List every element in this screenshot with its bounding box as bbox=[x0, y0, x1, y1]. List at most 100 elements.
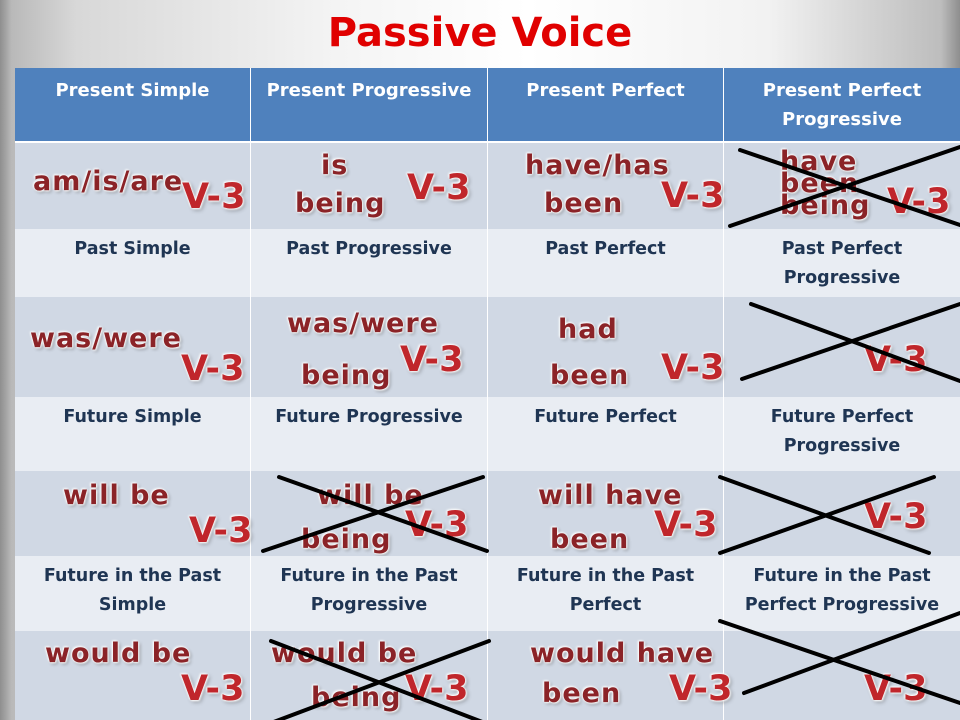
v3-label: V-3 bbox=[189, 511, 253, 551]
form-cell-future-perfect-progressive-empty: V-3 bbox=[724, 297, 960, 397]
v3-label: V-3 bbox=[887, 182, 951, 222]
passive-voice-table: Present Simple Present Progressive Prese… bbox=[15, 68, 960, 720]
tense-name-line2: Simple bbox=[98, 595, 167, 615]
label-future-simple: Future Simple bbox=[15, 397, 251, 471]
form-cell-past-progressive: was/were being V-3 bbox=[251, 297, 488, 397]
v3-label: V-3 bbox=[405, 505, 469, 545]
tense-name-line2: Progressive bbox=[783, 436, 901, 456]
aux-verb-2: been bbox=[550, 524, 630, 555]
tense-name-line2: Progressive bbox=[310, 595, 428, 615]
tense-name: Future in the Past bbox=[280, 566, 458, 586]
v3-label: V-3 bbox=[864, 497, 928, 537]
label-future-in-the-past-simple: Future in the Past Simple bbox=[15, 556, 251, 631]
form-cell-past-perfect: had been V-3 bbox=[488, 297, 724, 397]
form-cell-future-simple: will be V-3 bbox=[15, 471, 253, 556]
form-row-past: was/were V-3 was/were being V-3 had been… bbox=[15, 297, 960, 398]
v3-label: V-3 bbox=[654, 505, 718, 545]
v3-label: V-3 bbox=[669, 669, 733, 709]
form-cell-past-simple: was/were V-3 bbox=[15, 297, 251, 397]
tense-name-line2: Progressive bbox=[783, 268, 901, 288]
tense-name: Future Progressive bbox=[275, 407, 463, 427]
label-row-future-in-past: Future in the Past Simple Future in the … bbox=[15, 556, 960, 631]
header-label: Present Simple bbox=[55, 80, 210, 101]
form-row-future: will be V-3 will be being V-3 will have … bbox=[15, 471, 960, 557]
form-cell-future-in-past-simple: would be V-3 bbox=[15, 631, 251, 720]
aux-verb: is bbox=[321, 150, 349, 181]
form-cell-empty: V-3 bbox=[718, 471, 960, 556]
aux-verb-3: being bbox=[780, 190, 871, 221]
header-present-simple: Present Simple bbox=[15, 68, 251, 141]
header-label: Present Perfect bbox=[762, 80, 922, 101]
tense-name: Past Perfect bbox=[545, 239, 666, 259]
form-cell-present-simple: am/is/are V-3 bbox=[15, 143, 251, 229]
tense-name: Future in the Past bbox=[43, 566, 222, 586]
aux-verb: am/is/are bbox=[33, 166, 184, 197]
header-present-perfect: Present Perfect bbox=[488, 68, 724, 141]
tense-name: Past Perfect bbox=[781, 239, 903, 259]
header-present-progressive: Present Progressive bbox=[251, 68, 488, 141]
aux-verb-2: been bbox=[542, 678, 622, 709]
page-title: Passive Voice bbox=[327, 10, 633, 56]
label-row-future: Future Simple Future Progressive Future … bbox=[15, 397, 960, 471]
v3-label: V-3 bbox=[407, 168, 471, 208]
label-future-perfect-progressive: Future Perfect Progressive bbox=[724, 397, 960, 471]
v3-label: V-3 bbox=[864, 669, 928, 709]
tense-name: Future Perfect bbox=[770, 407, 914, 427]
aux-verb-2: being bbox=[295, 188, 386, 219]
v3-label: V-3 bbox=[400, 340, 464, 380]
form-cell-empty: V-3 bbox=[718, 611, 960, 720]
form-cell-present-perfect: have/has been V-3 bbox=[488, 143, 724, 229]
label-past-perfect: Past Perfect bbox=[488, 229, 724, 297]
label-future-perfect: Future Perfect bbox=[488, 397, 724, 471]
tense-name: Past Simple bbox=[74, 239, 191, 259]
aux-verb: will be bbox=[63, 480, 170, 511]
aux-verb: have/has bbox=[525, 150, 670, 181]
v3-label: V-3 bbox=[661, 348, 725, 388]
label-row-past: Past Simple Past Progressive Past Perfec… bbox=[15, 229, 960, 297]
label-past-simple: Past Simple bbox=[15, 229, 251, 297]
v3-label: V-3 bbox=[661, 176, 725, 216]
tense-name: Future Perfect bbox=[534, 407, 677, 427]
aux-verb-2: being bbox=[311, 682, 402, 713]
label-future-in-the-past-progressive: Future in the Past Progressive bbox=[251, 556, 488, 631]
label-past-progressive: Past Progressive bbox=[251, 229, 488, 297]
aux-verb-2: being bbox=[301, 360, 392, 391]
form-row-present: am/is/are V-3 is being V-3 have/has been… bbox=[15, 143, 960, 230]
tense-name-line2: Perfect bbox=[569, 595, 642, 615]
form-cell-future-perfect: will have been V-3 bbox=[488, 471, 724, 556]
header-label: Present Perfect bbox=[526, 80, 685, 101]
form-row-future-in-past: would be V-3 would be being V-3 would ha… bbox=[15, 611, 960, 720]
header-row: Present Simple Present Progressive Prese… bbox=[15, 68, 960, 143]
aux-verb: would have bbox=[530, 638, 715, 669]
aux-verb-2: being bbox=[301, 524, 392, 555]
v3-label: V-3 bbox=[405, 669, 469, 709]
tense-name-line2: Perfect Progressive bbox=[744, 595, 940, 615]
form-cell-future-in-past-progressive: would be being V-3 bbox=[251, 631, 491, 720]
aux-verb-2: been bbox=[550, 360, 630, 391]
header-present-perfect-progressive: Present Perfect Progressive bbox=[724, 68, 960, 141]
header-label: Present Progressive bbox=[266, 80, 472, 101]
label-future-in-the-past-perfect: Future in the Past Perfect bbox=[488, 556, 724, 631]
form-cell-future-progressive: will be being V-3 bbox=[251, 471, 489, 556]
aux-verb: was/were bbox=[287, 308, 439, 339]
aux-verb: had bbox=[558, 314, 618, 345]
form-cell-future-in-past-perfect: would have been V-3 bbox=[488, 631, 732, 720]
aux-verb-2: been bbox=[544, 188, 624, 219]
tense-name: Future in the Past bbox=[516, 566, 695, 586]
header-label-line2: Progressive bbox=[782, 109, 902, 130]
aux-verb: was/were bbox=[30, 323, 182, 354]
label-past-perfect-progressive: Past Perfect Progressive bbox=[724, 229, 960, 297]
v3-label: V-3 bbox=[181, 349, 245, 389]
v3-label: V-3 bbox=[182, 177, 246, 217]
label-future-in-the-past-perfect-progressive: Future in the Past Perfect Progressive bbox=[724, 556, 960, 631]
v3-label: V-3 bbox=[864, 340, 928, 380]
form-cell-present-progressive: is being V-3 bbox=[251, 143, 488, 229]
tense-name: Future Simple bbox=[63, 407, 202, 427]
tense-name: Past Progressive bbox=[286, 239, 452, 259]
tense-name: Future in the Past bbox=[753, 566, 931, 586]
aux-verb: would be bbox=[45, 638, 192, 669]
form-cell-present-perfect-progressive: have been being V-3 bbox=[724, 143, 960, 229]
aux-verb: would be bbox=[271, 638, 418, 669]
v3-label: V-3 bbox=[181, 669, 245, 709]
label-future-progressive: Future Progressive bbox=[251, 397, 488, 471]
